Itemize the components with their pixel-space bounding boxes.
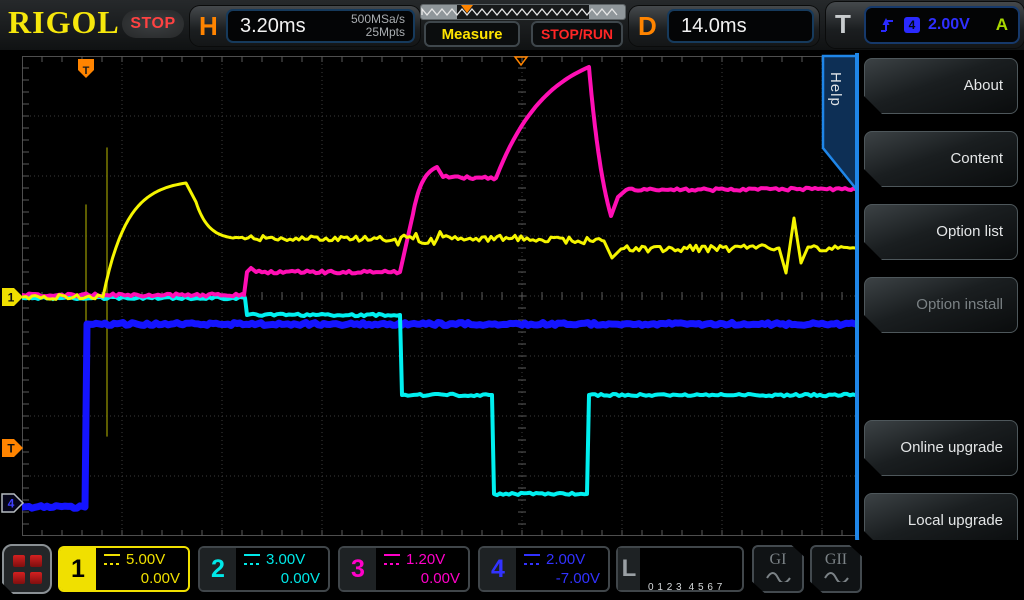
channel1-status-box[interactable]: 1 5.00V 0.00V: [58, 546, 190, 592]
menu-button-content[interactable]: Content: [864, 131, 1018, 187]
trigger-mode-indicator: A: [995, 15, 1008, 34]
generator2-button[interactable]: GII: [810, 545, 862, 593]
generator1-button[interactable]: GI: [752, 545, 804, 593]
channel1-number: 1: [60, 548, 96, 590]
channel3-status-box[interactable]: 3 1.20V 0.00V: [338, 546, 470, 592]
dc-coupling-icon: [244, 554, 260, 565]
delay-inner: 14.0ms: [667, 9, 814, 43]
horizontal-timebase-box[interactable]: H 3.20ms 500MSa/s 25Mpts: [190, 6, 420, 46]
channel2-values: 3.00V 0.00V: [236, 548, 328, 590]
trigger-level-value: 2.00V: [928, 16, 970, 33]
top-status-bar: RIGOL STOP H 3.20ms 500MSa/s 25Mpts Meas…: [0, 0, 1024, 50]
trigger-source-badge: 4: [904, 17, 920, 33]
logic-analyzer-box[interactable]: L 0 1 2 3 4 5 6 7 8 9 1011 12131415: [616, 546, 744, 593]
trace-ch4-blue: [22, 319, 857, 512]
help-tab-label[interactable]: Help: [827, 72, 844, 107]
memory-depth: 25Mpts: [365, 25, 405, 39]
trace-ch1-yellow: [22, 181, 857, 301]
dc-coupling-icon: [104, 554, 120, 565]
channel1-offset: 0.00V: [140, 570, 180, 587]
channel3-values: 1.20V 0.00V: [376, 548, 468, 590]
delay-value: 14.0ms: [681, 14, 747, 37]
trace-ch3-magenta: [22, 65, 857, 299]
svg-text:T: T: [83, 65, 90, 77]
stop-run-button[interactable]: STOP/RUN: [531, 21, 623, 47]
acquisition-info: 500MSa/s 25Mpts: [351, 13, 405, 39]
menu-grid-button[interactable]: [2, 544, 52, 594]
memory-position-bar[interactable]: [420, 4, 626, 20]
channel1-scale: 5.00V: [126, 551, 166, 568]
logic-channel-list: 0 1 2 3 4 5 6 7 8 9 1011 12131415: [640, 548, 742, 593]
generator2-label: GII: [824, 551, 848, 568]
generator1-label: GI: [769, 551, 787, 568]
t-label: T: [835, 9, 851, 39]
sine-icon: [824, 572, 849, 584]
menu-button-online-upgrade[interactable]: Online upgrade: [864, 420, 1018, 476]
h-label: H: [199, 11, 218, 41]
rigol-logo: RIGOL: [8, 4, 120, 40]
channel2-scale: 3.00V: [266, 551, 306, 568]
channel3-offset: 0.00V: [420, 570, 460, 587]
sine-icon: [766, 572, 791, 584]
channel4-status-box[interactable]: 4 2.00V -7.00V: [478, 546, 610, 592]
trigger-box[interactable]: T 4 2.00V A: [826, 2, 1024, 48]
grid-icon: [12, 554, 42, 584]
channel3-number: 3: [340, 548, 376, 590]
measure-button[interactable]: Measure: [424, 21, 520, 47]
memory-trigger-marker-icon: [461, 5, 473, 13]
timebase-inner: 3.20ms 500MSa/s 25Mpts: [226, 9, 415, 43]
channel4-offset: -7.00V: [555, 570, 600, 587]
channel4-scale: 2.00V: [546, 551, 586, 568]
logic-label: L: [618, 548, 641, 590]
timebase-value: 3.20ms: [240, 14, 306, 37]
run-state-badge: STOP: [122, 10, 184, 38]
channel4-number: 4: [480, 548, 516, 590]
bottom-status-bar: 1 5.00V 0.00V 2 3.00V 0.00V 3 1.20V 0.00…: [0, 540, 1024, 600]
channel2-offset: 0.00V: [280, 570, 320, 587]
memory-waveform-icon: [421, 7, 618, 17]
menu-button-option-list[interactable]: Option list: [864, 204, 1018, 260]
oscilloscope-screen: T 1 T 4 RIGOL STOP H 3.20ms 500MSa/s 25Mpts…: [0, 0, 1024, 600]
channel4-values: 2.00V -7.00V: [516, 548, 608, 590]
d-label: D: [638, 11, 657, 41]
delay-box[interactable]: D 14.0ms: [629, 6, 819, 46]
svg-text:4: 4: [8, 497, 15, 511]
dc-coupling-icon: [384, 554, 400, 565]
channel2-status-box[interactable]: 2 3.00V 0.00V: [198, 546, 330, 592]
svg-text:1: 1: [8, 291, 15, 305]
channel1-values: 5.00V 0.00V: [96, 548, 188, 590]
channel3-scale: 1.20V: [406, 551, 446, 568]
svg-text:T: T: [7, 442, 15, 456]
trigger-inner: 4 2.00V A: [864, 6, 1020, 44]
menu-button-about[interactable]: About: [864, 58, 1018, 114]
menu-button-option-install[interactable]: Option install: [864, 277, 1018, 333]
channel2-number: 2: [200, 548, 236, 590]
dc-coupling-icon: [524, 554, 540, 565]
logic-row-1: 0 1 2 3 4 5 6 7: [648, 582, 723, 593]
edge-trigger-icon: [881, 18, 893, 32]
